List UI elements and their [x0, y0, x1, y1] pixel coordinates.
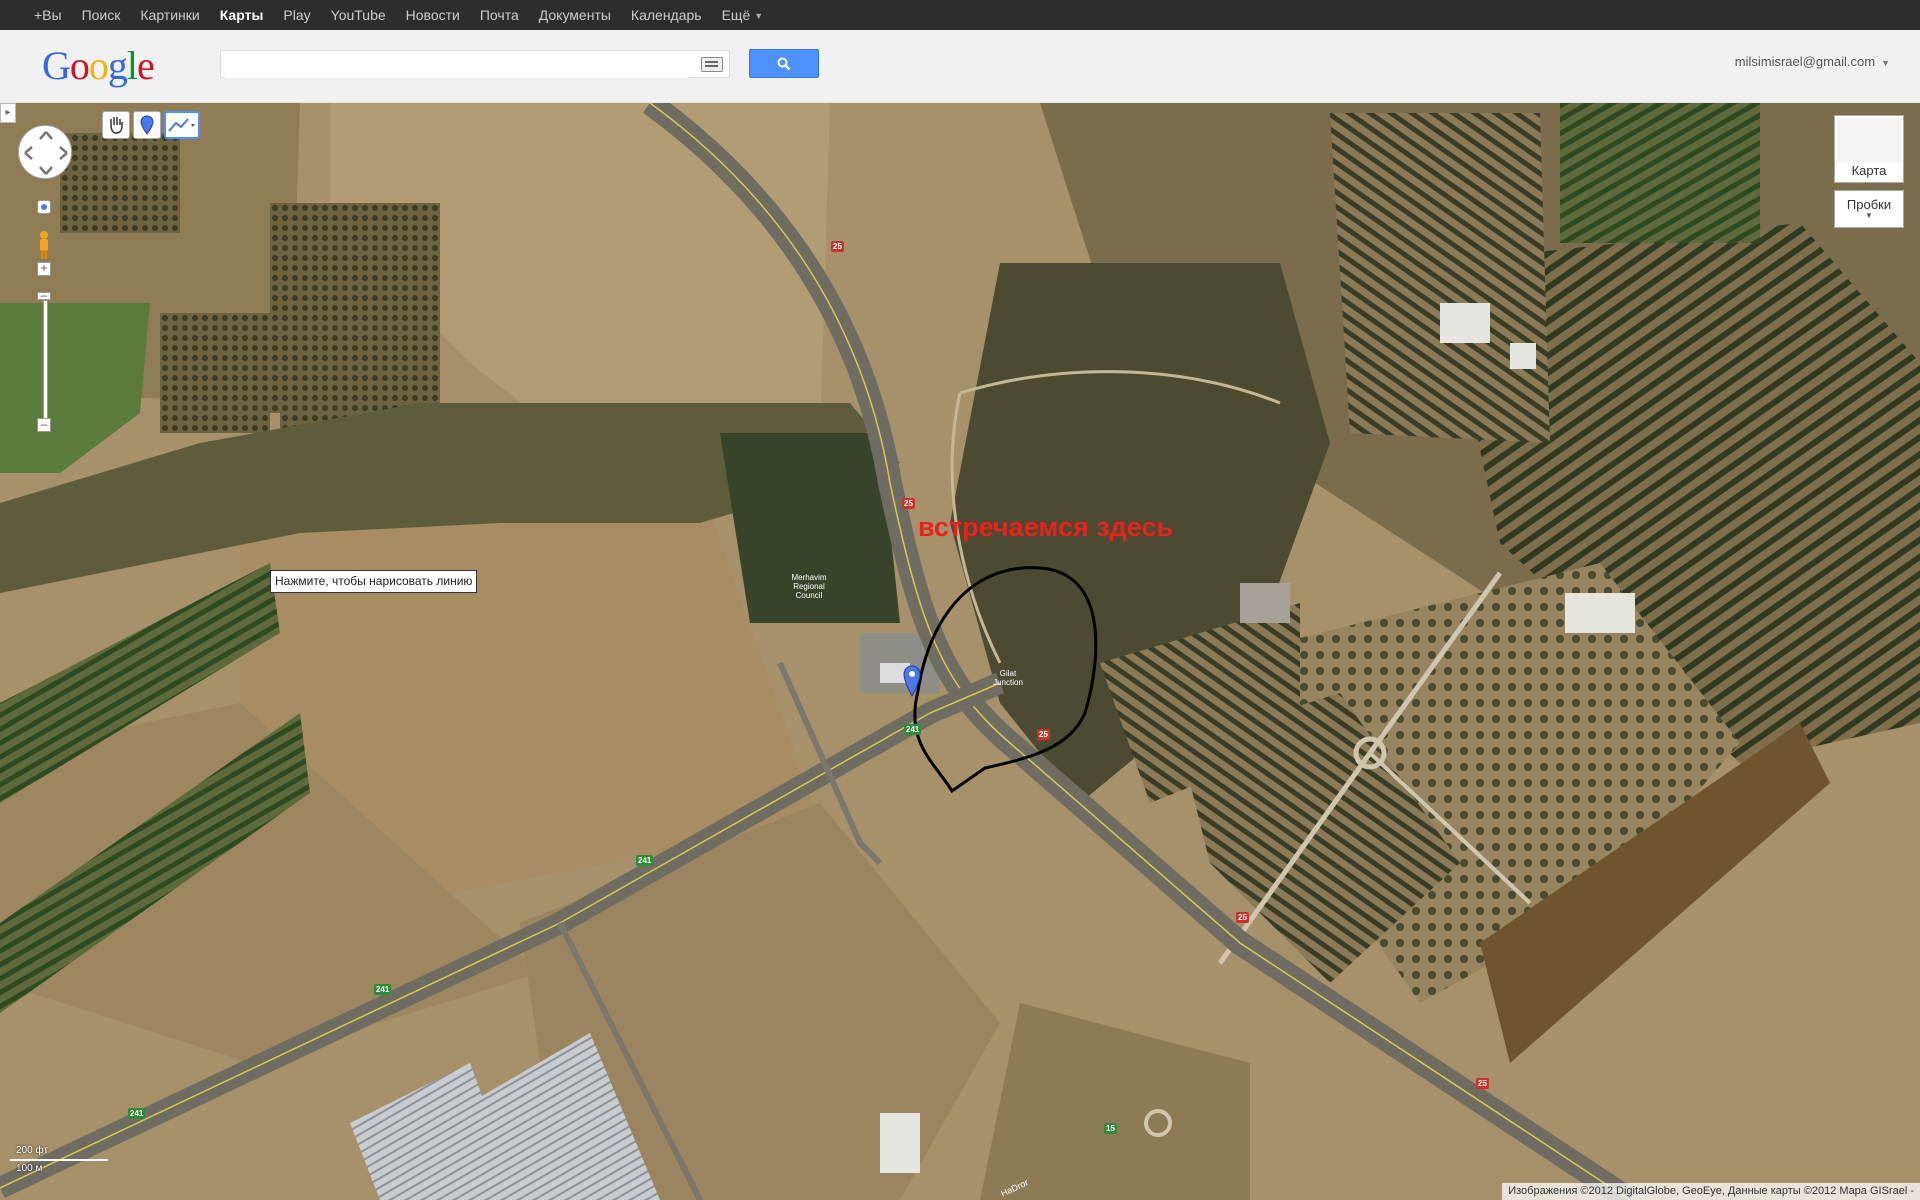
- nav-plus-you[interactable]: +Вы: [34, 7, 62, 23]
- my-location-button[interactable]: [37, 200, 51, 214]
- pan-arrows-icon: [24, 131, 68, 175]
- draw-line-tool-button[interactable]: [164, 111, 200, 139]
- road-shield-241: 241: [374, 984, 392, 995]
- hand-icon: [110, 117, 123, 134]
- scale-line: [10, 1159, 108, 1161]
- satellite-imagery: [0, 103, 1920, 1200]
- placemark-tool-button[interactable]: [133, 111, 161, 139]
- search-button[interactable]: [749, 49, 819, 78]
- nav-docs[interactable]: Документы: [539, 7, 611, 23]
- draw-line-tooltip: Нажмите, чтобы нарисовать линию: [270, 570, 478, 593]
- nav-maps[interactable]: Карты: [220, 7, 264, 23]
- location-pin-icon[interactable]: [903, 665, 921, 697]
- chevron-down-icon: ▼: [1865, 211, 1873, 220]
- road-shield-241: 241: [128, 1108, 146, 1119]
- top-nav-bar: +Вы Поиск Картинки Карты Play YouTube Но…: [0, 0, 1920, 30]
- nav-news[interactable]: Новости: [406, 7, 460, 23]
- search-input[interactable]: [225, 52, 689, 78]
- road-shield-25: 25: [902, 498, 915, 509]
- traffic-button[interactable]: Пробки ▼: [1834, 190, 1904, 228]
- traffic-label: Пробки: [1846, 197, 1892, 212]
- panel-toggle-button[interactable]: ▸: [0, 103, 16, 123]
- road-shield-25: 25: [831, 241, 844, 252]
- map-copyright: Изображения ©2012 DigitalGlobe, GeoEye, …: [1502, 1183, 1920, 1200]
- nav-calendar[interactable]: Календарь: [631, 7, 702, 23]
- account-menu[interactable]: milsimisrael@gmail.com ▼: [1735, 54, 1890, 69]
- road-shield-241: 241: [636, 855, 654, 866]
- nav-images[interactable]: Картинки: [140, 7, 199, 23]
- annotation-text: встречаемся здесь: [918, 512, 1174, 542]
- google-logo[interactable]: Google: [42, 42, 155, 89]
- search-box: [220, 50, 730, 78]
- scale-feet: 200 фт: [16, 1145, 49, 1156]
- pegman-icon[interactable]: [36, 230, 52, 260]
- zoom-slider-handle[interactable]: –: [37, 289, 51, 301]
- nav-search[interactable]: Поиск: [82, 7, 121, 23]
- keyboard-icon[interactable]: [701, 57, 723, 72]
- chevron-down-icon: ▼: [754, 11, 764, 22]
- nav-mail[interactable]: Почта: [480, 7, 519, 23]
- nav-more[interactable]: Ещё ▼: [722, 7, 764, 23]
- road-shield-25: 25: [1476, 1078, 1489, 1089]
- zoom-slider-track[interactable]: [43, 300, 48, 422]
- nav-youtube[interactable]: YouTube: [331, 7, 386, 23]
- place-label-gilat-junction: Gilat Junction: [993, 669, 1023, 687]
- pan-control[interactable]: [18, 125, 72, 179]
- satellite-map[interactable]: 25 25 25 25 25 241 241 241 241 15 Merhav…: [0, 103, 1920, 1200]
- placemark-icon: [140, 115, 154, 135]
- nav-more-label: Ещё: [721, 7, 751, 23]
- road-shield-25: 25: [1037, 729, 1050, 740]
- scale-bar: 200 фт 100 м: [10, 1145, 110, 1175]
- place-label-merhavim: Merhavim Regional Council: [791, 573, 827, 600]
- top-nav: +Вы Поиск Картинки Карты Play YouTube Но…: [34, 0, 783, 30]
- road-shield-241: 241: [904, 724, 922, 735]
- map-type-label: Карта: [1851, 163, 1887, 178]
- road-shield-25: 25: [1236, 912, 1249, 923]
- location-icon: [41, 204, 47, 210]
- nav-play[interactable]: Play: [283, 7, 310, 23]
- zoom-in-button[interactable]: +: [37, 262, 51, 276]
- account-email: milsimisrael@gmail.com: [1734, 54, 1876, 69]
- map-thumbnail: [1837, 118, 1901, 162]
- search-icon: [777, 57, 791, 71]
- zoom-out-button[interactable]: –: [37, 418, 51, 432]
- hand-tool-button[interactable]: [102, 111, 130, 139]
- chevron-down-icon: ▼: [1881, 58, 1890, 68]
- road-shield-15: 15: [1104, 1123, 1117, 1134]
- scale-meters: 100 м: [16, 1163, 43, 1174]
- map-type-button[interactable]: Карта: [1834, 115, 1904, 183]
- draw-line-icon: [168, 118, 195, 132]
